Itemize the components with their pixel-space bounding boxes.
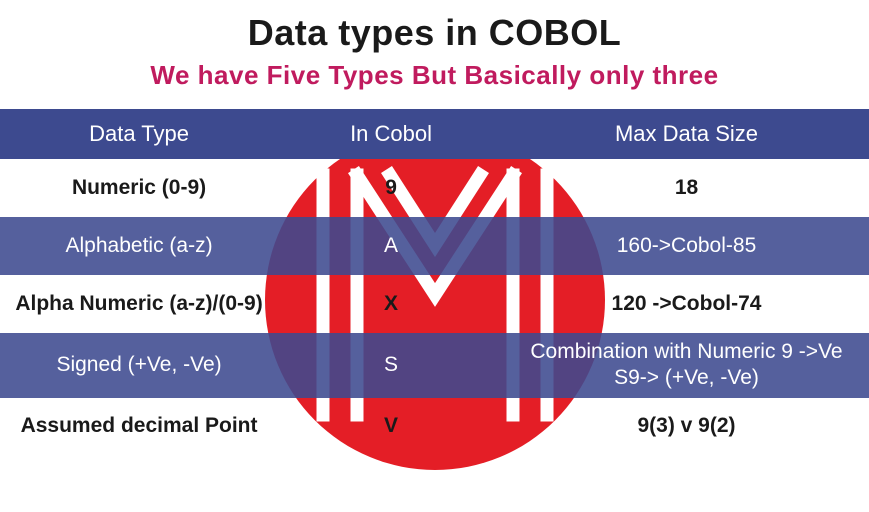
cell-in-cobol: A: [278, 227, 504, 265]
table-row: Signed (+Ve, -Ve) S Combination with Num…: [0, 333, 869, 398]
table-row: Alpha Numeric (a-z)/(0-9) X 120 ->Cobol-…: [0, 275, 869, 333]
table-row: Alphabetic (a-z) A 160->Cobol-85: [0, 217, 869, 275]
cell-max-size: 18: [504, 169, 869, 207]
page-title: Data types in COBOL: [0, 0, 869, 54]
cell-max-size: 120 ->Cobol-74: [504, 285, 869, 323]
cell-in-cobol: 9: [278, 169, 504, 207]
page-subtitle: We have Five Types But Basically only th…: [0, 60, 869, 91]
header-max-size: Max Data Size: [504, 114, 869, 154]
table-row: Assumed decimal Point V 9(3) v 9(2): [0, 398, 869, 456]
table-row: Numeric (0-9) 9 18: [0, 159, 869, 217]
cell-data-type: Signed (+Ve, -Ve): [0, 346, 278, 384]
cell-data-type: Numeric (0-9): [0, 169, 278, 207]
header-in-cobol: In Cobol: [278, 114, 504, 154]
cell-in-cobol: S: [278, 346, 504, 384]
cell-max-size: 9(3) v 9(2): [504, 407, 869, 445]
cell-data-type: Assumed decimal Point: [0, 407, 278, 445]
table-header-row: Data Type In Cobol Max Data Size: [0, 109, 869, 159]
cell-max-size: Combination with Numeric 9 ->Ve S9-> (+V…: [504, 333, 869, 398]
header-data-type: Data Type: [0, 114, 278, 154]
cell-data-type: Alpha Numeric (a-z)/(0-9): [0, 285, 278, 323]
data-types-table: Data Type In Cobol Max Data Size Numeric…: [0, 109, 869, 456]
cell-in-cobol: X: [278, 285, 504, 323]
cell-in-cobol: V: [278, 407, 504, 445]
cell-max-size: 160->Cobol-85: [504, 227, 869, 265]
cell-data-type: Alphabetic (a-z): [0, 227, 278, 265]
